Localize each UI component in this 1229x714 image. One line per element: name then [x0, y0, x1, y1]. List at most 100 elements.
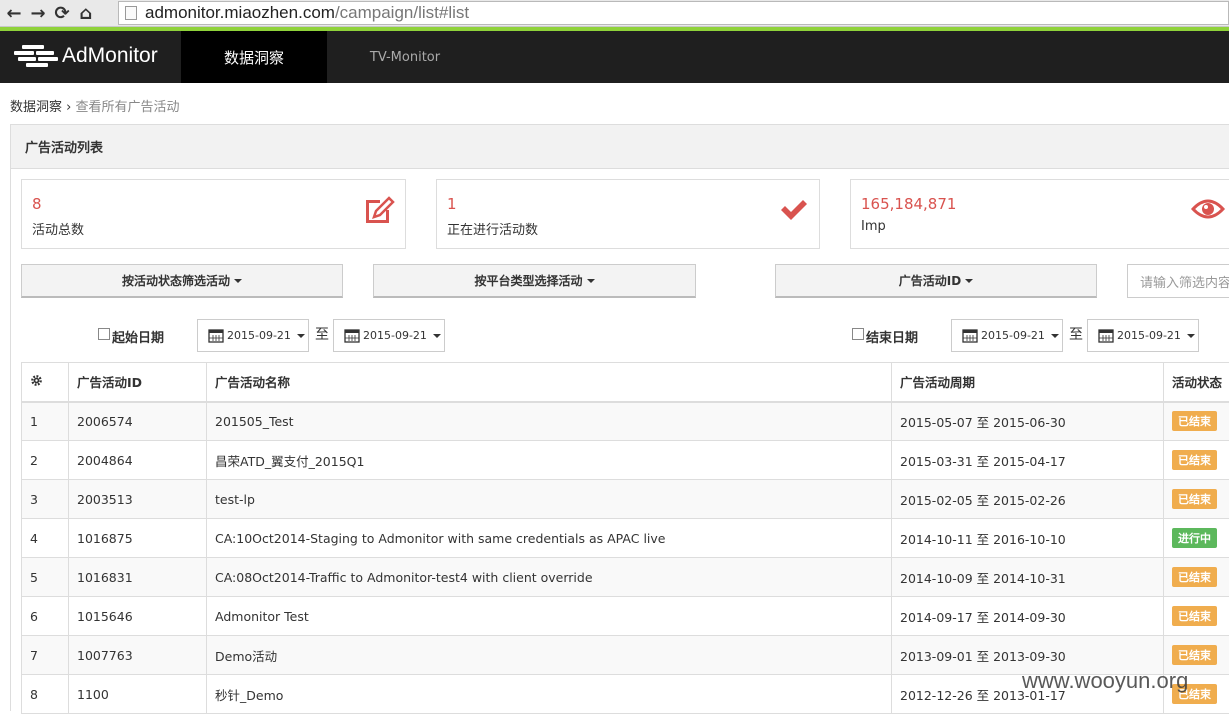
campaign-id[interactable]: 2003513 [69, 480, 207, 519]
reload-icon[interactable]: ⟳ [52, 3, 72, 23]
table-row[interactable]: 12006574201505_Test2015-05-07 至 2015-06-… [22, 402, 1229, 441]
campaign-status: 已结束 [1164, 441, 1229, 480]
start-date-checkbox[interactable] [98, 328, 110, 340]
end-date-to-picker[interactable]: 2015-09-21 [1087, 319, 1199, 352]
row-index: 7 [22, 636, 69, 675]
logo-text: AdMonitor [62, 44, 158, 68]
campaign-period: 2014-09-17 至 2014-09-30 [892, 597, 1164, 636]
campaign-table: 广告活动ID 广告活动名称 广告活动周期 活动状态 12006574201505… [21, 362, 1229, 714]
date-value: 2015-09-21 [1117, 329, 1181, 342]
end-date-checkbox[interactable] [852, 328, 864, 340]
table-row[interactable]: 22004864昌荣ATD_翼支付_2015Q12015-03-31 至 201… [22, 441, 1229, 480]
campaign-name[interactable]: test-lp [207, 480, 892, 519]
caret-down-icon [965, 279, 973, 283]
tab-data-insight[interactable]: 数据洞察 [181, 31, 327, 83]
campaign-name[interactable]: 秒针_Demo [207, 675, 892, 714]
home-icon[interactable]: ⌂ [76, 3, 96, 23]
campaign-id[interactable]: 1016875 [69, 519, 207, 558]
caret-down-icon [297, 334, 305, 338]
status-badge: 已结束 [1172, 606, 1217, 626]
edit-icon [362, 194, 396, 224]
logo-mark-icon [14, 42, 58, 70]
table-row[interactable]: 61015646Admonitor Test2014-09-17 至 2014-… [22, 597, 1229, 636]
stat-label: 活动总数 [32, 219, 84, 238]
row-index: 6 [22, 597, 69, 636]
caret-down-icon [1051, 334, 1059, 338]
campaign-status: 已结束 [1164, 480, 1229, 519]
status-badge: 已结束 [1172, 450, 1217, 470]
filter-by-platform-button[interactable]: 按平台类型选择活动 [373, 264, 696, 298]
end-date-checkbox-label[interactable]: 结束日期 [852, 327, 918, 346]
breadcrumb-root[interactable]: 数据洞察 [10, 100, 62, 115]
stat-value: 1 [447, 195, 457, 213]
start-date-to-picker[interactable]: 2015-09-21 [333, 319, 445, 352]
forward-icon[interactable]: → [28, 3, 48, 23]
filter-search-input[interactable]: 请输入筛选内容 [1127, 264, 1229, 298]
address-bar[interactable]: admonitor.miaozhen.com/campaign/list#lis… [118, 1, 1229, 25]
column-header-period[interactable]: 广告活动周期 [892, 363, 1164, 402]
caret-down-icon [1187, 334, 1195, 338]
column-header-status[interactable]: 活动状态 [1164, 363, 1229, 402]
table-header-row: 广告活动ID 广告活动名称 广告活动周期 活动状态 [22, 363, 1229, 402]
column-header-id[interactable]: 广告活动ID [69, 363, 207, 402]
gear-icon[interactable] [30, 374, 43, 387]
check-icon [779, 198, 809, 222]
caret-down-icon [433, 334, 441, 338]
campaign-period: 2014-10-11 至 2016-10-10 [892, 519, 1164, 558]
table-row[interactable]: 32003513test-lp2015-02-05 至 2015-02-26已结… [22, 480, 1229, 519]
date-value: 2015-09-21 [981, 329, 1045, 342]
url-text[interactable]: admonitor.miaozhen.com/campaign/list#lis… [145, 3, 469, 23]
campaign-id[interactable]: 1100 [69, 675, 207, 714]
top-navbar: AdMonitor 数据洞察 TV-Monitor [0, 31, 1229, 83]
campaign-id[interactable]: 1007763 [69, 636, 207, 675]
campaign-name[interactable]: CA:10Oct2014-Staging to Admonitor with s… [207, 519, 892, 558]
column-header-name[interactable]: 广告活动名称 [207, 363, 892, 402]
breadcrumb: 数据洞察 › 查看所有广告活动 [10, 96, 180, 115]
breadcrumb-current: 查看所有广告活动 [76, 100, 180, 115]
tab-tv-monitor[interactable]: TV-Monitor [340, 31, 470, 83]
end-date-from-picker[interactable]: 2015-09-21 [951, 319, 1063, 352]
settings-column[interactable] [22, 363, 69, 402]
stat-label: 正在进行活动数 [447, 219, 538, 238]
campaign-id[interactable]: 2006574 [69, 402, 207, 441]
filter-by-status-button[interactable]: 按活动状态筛选活动 [21, 264, 343, 298]
campaign-id[interactable]: 2004864 [69, 441, 207, 480]
calendar-icon [208, 328, 224, 343]
row-index: 1 [22, 402, 69, 441]
calendar-icon [962, 328, 978, 343]
stat-value: 8 [32, 195, 42, 213]
campaign-name[interactable]: Demo活动 [207, 636, 892, 675]
campaign-period: 2015-03-31 至 2015-04-17 [892, 441, 1164, 480]
back-icon[interactable]: ← [4, 3, 24, 23]
logo[interactable]: AdMonitor [14, 42, 158, 70]
campaign-id[interactable]: 1016831 [69, 558, 207, 597]
campaign-id[interactable]: 1015646 [69, 597, 207, 636]
campaign-name[interactable]: CA:08Oct2014-Traffic to Admonitor-test4 … [207, 558, 892, 597]
campaign-status: 已结束 [1164, 597, 1229, 636]
campaign-period: 2015-02-05 至 2015-02-26 [892, 480, 1164, 519]
start-date-from-picker[interactable]: 2015-09-21 [197, 319, 309, 352]
filter-label: 按平台类型选择活动 [474, 272, 582, 289]
row-index: 4 [22, 519, 69, 558]
filter-by-id-button[interactable]: 广告活动ID [775, 264, 1097, 298]
status-badge: 已结束 [1172, 645, 1217, 665]
campaign-status: 已结束 [1164, 402, 1229, 441]
table-row[interactable]: 41016875CA:10Oct2014-Staging to Admonito… [22, 519, 1229, 558]
campaign-name[interactable]: 昌荣ATD_翼支付_2015Q1 [207, 441, 892, 480]
panel-title: 广告活动列表 [11, 125, 1229, 169]
status-badge: 已结束 [1172, 411, 1217, 431]
campaign-period: 2014-10-09 至 2014-10-31 [892, 558, 1164, 597]
table-row[interactable]: 51016831CA:08Oct2014-Traffic to Admonito… [22, 558, 1229, 597]
status-badge: 进行中 [1172, 528, 1217, 548]
date-value: 2015-09-21 [227, 329, 291, 342]
date-value: 2015-09-21 [363, 329, 427, 342]
campaign-status: 已结束 [1164, 558, 1229, 597]
campaign-name[interactable]: 201505_Test [207, 402, 892, 441]
start-date-checkbox-label[interactable]: 起始日期 [98, 327, 164, 346]
campaign-name[interactable]: Admonitor Test [207, 597, 892, 636]
stat-card-running: 1 正在进行活动数 [436, 179, 820, 249]
watermark: www.wooyun.org [1022, 668, 1188, 694]
campaign-period: 2015-05-07 至 2015-06-30 [892, 402, 1164, 441]
breadcrumb-separator: › [66, 100, 71, 115]
caret-down-icon [587, 279, 595, 283]
